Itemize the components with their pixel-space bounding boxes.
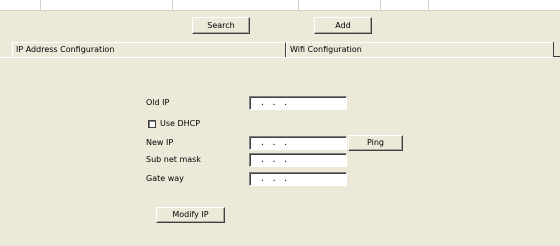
search-button[interactable]: Search [192,17,250,34]
subnet-mask-field[interactable]: . . . [249,153,347,167]
old-ip-field[interactable]: . . . [249,96,347,110]
tab-wifi-configuration[interactable]: Wifi Configuration [286,42,554,57]
gateway-field[interactable]: . . . [249,172,347,186]
grid-column-divider [298,0,299,10]
grid-column-divider [172,0,173,10]
use-dhcp-checkbox[interactable] [148,120,156,128]
new-ip-field[interactable]: . . . [249,136,347,150]
grid-column-divider [380,0,381,10]
tab-ip-address-configuration[interactable]: IP Address Configuration [12,42,286,57]
new-ip-label: New IP [146,138,174,147]
use-dhcp-label: Use DHCP [160,119,201,128]
modify-ip-button[interactable]: Modify IP [156,207,225,223]
ip-config-panel: Old IP . . . Use DHCP New IP . . . Ping … [0,57,554,246]
old-ip-label: Old IP [146,98,170,107]
ping-button[interactable]: Ping [348,135,403,151]
subnet-mask-label: Sub net mask [146,155,201,164]
grid-column-divider [428,0,429,10]
tab-scroll-edge [553,42,560,57]
add-button[interactable]: Add [314,17,372,34]
results-grid[interactable] [0,0,560,11]
gateway-label: Gate way [146,174,184,183]
grid-column-divider [40,0,41,10]
